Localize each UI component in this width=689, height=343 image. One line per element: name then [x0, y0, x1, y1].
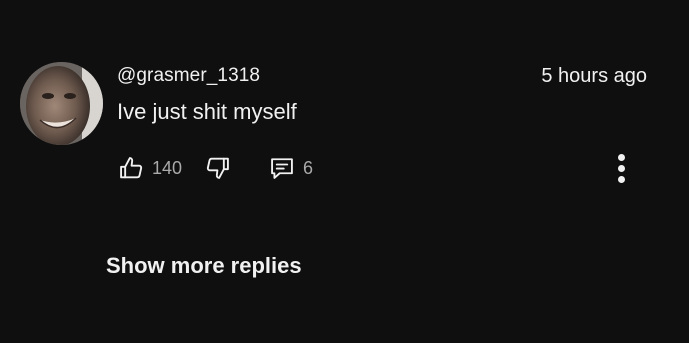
- dislike-button[interactable]: [204, 154, 232, 182]
- comment-author[interactable]: @grasmer_1318: [117, 64, 260, 88]
- more-options-button[interactable]: [608, 152, 634, 184]
- avatar-image: [20, 62, 103, 145]
- more-vertical-icon: [617, 153, 625, 161]
- thumbs-up-icon: [117, 154, 145, 182]
- show-more-replies-button[interactable]: Show more replies: [106, 253, 302, 279]
- comment-actions: 140 6: [117, 152, 313, 184]
- reply-button[interactable]: 6: [268, 154, 313, 182]
- reply-count: 6: [303, 157, 314, 178]
- thumbs-down-icon: [204, 154, 232, 182]
- comment-icon: [268, 154, 296, 182]
- like-count: 140: [152, 157, 183, 178]
- comment-text: Ive just shit myself: [117, 99, 297, 124]
- avatar[interactable]: [20, 62, 103, 145]
- comment-timestamp[interactable]: 5 hours ago: [541, 64, 647, 88]
- like-button[interactable]: 140: [117, 154, 182, 182]
